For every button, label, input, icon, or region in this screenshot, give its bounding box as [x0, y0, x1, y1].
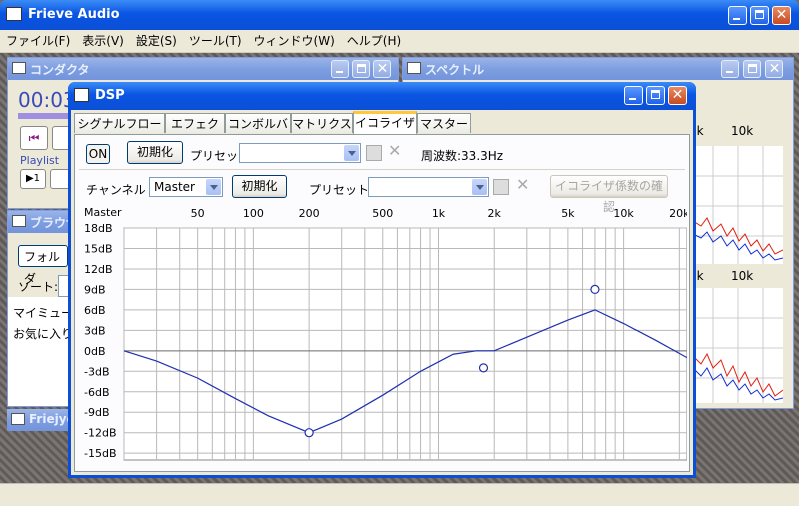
dsp-titlebar: DSP ✕ — [68, 82, 696, 110]
divider — [79, 169, 685, 170]
preset2-select[interactable] — [368, 177, 489, 197]
chevron-down-icon — [472, 179, 487, 195]
tab-equalizer[interactable]: イコライザ — [353, 111, 417, 134]
y-tick-label: -3dB — [84, 365, 110, 378]
y-tick-label: 0dB — [84, 345, 106, 358]
conductor-titlebar: コンダクタ ✕ — [8, 58, 398, 80]
spectrum-tick: 10k — [731, 124, 754, 138]
save-preset-icon[interactable] — [366, 145, 382, 161]
y-tick-label: 9dB — [84, 283, 106, 296]
chevron-down-icon — [344, 145, 359, 161]
y-tick-label: -12dB — [84, 427, 117, 440]
chevron-down-icon — [206, 179, 221, 195]
y-tick-label: 18dB — [84, 222, 113, 235]
x-tick-label: 100 — [243, 207, 264, 220]
eq-graph-area: Master 50 100 200 500 1k 2k 5k 10k 20k 18dB 15dB 12… — [75, 198, 687, 470]
frequency-readout: 周波数:33.3Hz — [421, 149, 504, 163]
prev-track-button[interactable]: ⏮ — [20, 126, 48, 150]
spectrum-plot-2 — [693, 288, 783, 403]
menubar: ファイル(F) 表示(V) 設定(S) ツール(T) ウィンドウ(W) ヘルプ(H) — [0, 30, 799, 53]
app-titlebar: Frieve Audio ✕ — [0, 0, 799, 30]
y-tick-label: -15dB — [84, 447, 117, 460]
window-icon — [407, 62, 421, 74]
preset2-label: プリセット: — [309, 183, 374, 197]
spectrum-title: スペクトル — [425, 63, 485, 77]
dsp-tabbar: シグナルフロー エフェクタ コンボルバ マトリクス イコライザ マスター — [74, 111, 690, 151]
channel-label: チャンネル — [86, 183, 146, 197]
on-toggle-button[interactable]: ON — [86, 144, 110, 164]
minimize-button[interactable] — [728, 6, 747, 25]
delete-preset2-icon[interactable]: ✕ — [516, 175, 529, 194]
app-title: Frieve Audio — [28, 7, 120, 22]
conductor-title: コンダクタ — [30, 63, 90, 77]
x-tick-label: 10k — [613, 207, 634, 220]
y-tick-label: 15dB — [84, 242, 113, 255]
y-tick-label: -6dB — [84, 386, 110, 399]
channel-init-button[interactable]: 初期化 — [232, 175, 287, 198]
tab-matrix[interactable]: マトリクス — [291, 113, 353, 133]
y-tick-label: 6dB — [84, 304, 106, 317]
eq-graph[interactable]: 50 100 200 500 1k 2k 5k 10k 20k 18dB 15dB 12dB 9dB 6d… — [75, 198, 687, 470]
window-icon — [12, 215, 26, 227]
eq-coef-button[interactable]: イコライザ係数の確認 — [550, 175, 668, 214]
browser-item[interactable]: お気に入り — [13, 325, 73, 342]
window-icon — [74, 88, 89, 102]
eq-control-point[interactable] — [478, 363, 489, 373]
menu-file[interactable]: ファイル(F) — [0, 30, 76, 52]
tab-signal-flow[interactable]: シグナルフロー — [74, 113, 165, 133]
x-tick-label: 5k — [561, 207, 575, 220]
channel-select[interactable]: Master — [149, 177, 223, 197]
sort-label: ソート: — [18, 280, 59, 294]
friejye-titlebar: Friejye — [7, 409, 77, 431]
y-tick-label: -9dB — [84, 406, 110, 419]
window-icon — [12, 62, 26, 74]
folder-button[interactable]: フォルダ — [18, 245, 68, 286]
delete-preset-icon[interactable]: ✕ — [388, 141, 401, 160]
eq-control-point[interactable] — [304, 428, 314, 438]
spectrum-minimize-button[interactable] — [721, 60, 739, 78]
menu-help[interactable]: ヘルプ(H) — [341, 30, 407, 52]
y-tick-label: 12dB — [84, 263, 113, 276]
playlist-play-button[interactable]: ▶1 — [20, 169, 46, 189]
maximize-button[interactable] — [750, 6, 769, 25]
dsp-minimize-button[interactable] — [624, 86, 643, 105]
spectrum-close-button[interactable]: ✕ — [765, 60, 783, 78]
menu-tools[interactable]: ツール(T) — [183, 30, 248, 52]
menu-view[interactable]: 表示(V) — [76, 30, 130, 52]
conductor-time: 00:03 — [18, 88, 76, 112]
tab-master[interactable]: マスター — [417, 113, 471, 133]
spectrum-maximize-button[interactable] — [743, 60, 761, 78]
app-icon — [6, 7, 22, 21]
conductor-close-button[interactable]: ✕ — [373, 60, 391, 78]
y-tick-label: 3dB — [84, 324, 106, 337]
x-tick-label: 500 — [372, 207, 393, 220]
preset-select[interactable] — [239, 143, 361, 163]
dsp-maximize-button[interactable] — [646, 86, 665, 105]
tab-convolver[interactable]: コンボルバ — [225, 113, 291, 133]
tab-effector[interactable]: エフェクタ — [165, 113, 225, 151]
x-tick-label: 200 — [299, 207, 320, 220]
x-tick-label: 50 — [191, 207, 205, 220]
conductor-maximize-button[interactable] — [352, 60, 370, 78]
spectrum-tick: 10k — [731, 269, 754, 283]
menu-window[interactable]: ウィンドウ(W) — [248, 30, 341, 52]
window-icon — [11, 413, 25, 425]
dsp-close-button[interactable]: ✕ — [668, 86, 687, 105]
menu-settings[interactable]: 設定(S) — [130, 30, 183, 52]
plot-background — [123, 227, 687, 461]
close-button[interactable]: ✕ — [772, 6, 791, 25]
x-tick-label: 1k — [432, 207, 446, 220]
init-button[interactable]: 初期化 — [127, 141, 183, 164]
x-tick-label: 20k — [669, 207, 687, 220]
playlist-label[interactable]: Playlist — [20, 154, 59, 167]
x-tick-label: 2k — [488, 207, 502, 220]
save-preset2-icon[interactable] — [493, 179, 509, 195]
conductor-minimize-button[interactable] — [331, 60, 349, 78]
statusbar — [0, 483, 799, 506]
spectrum-plot-1 — [693, 146, 783, 264]
eq-control-point[interactable] — [590, 284, 600, 295]
spectrum-titlebar: スペクトル ✕ — [403, 58, 793, 80]
dsp-title: DSP — [95, 88, 125, 103]
